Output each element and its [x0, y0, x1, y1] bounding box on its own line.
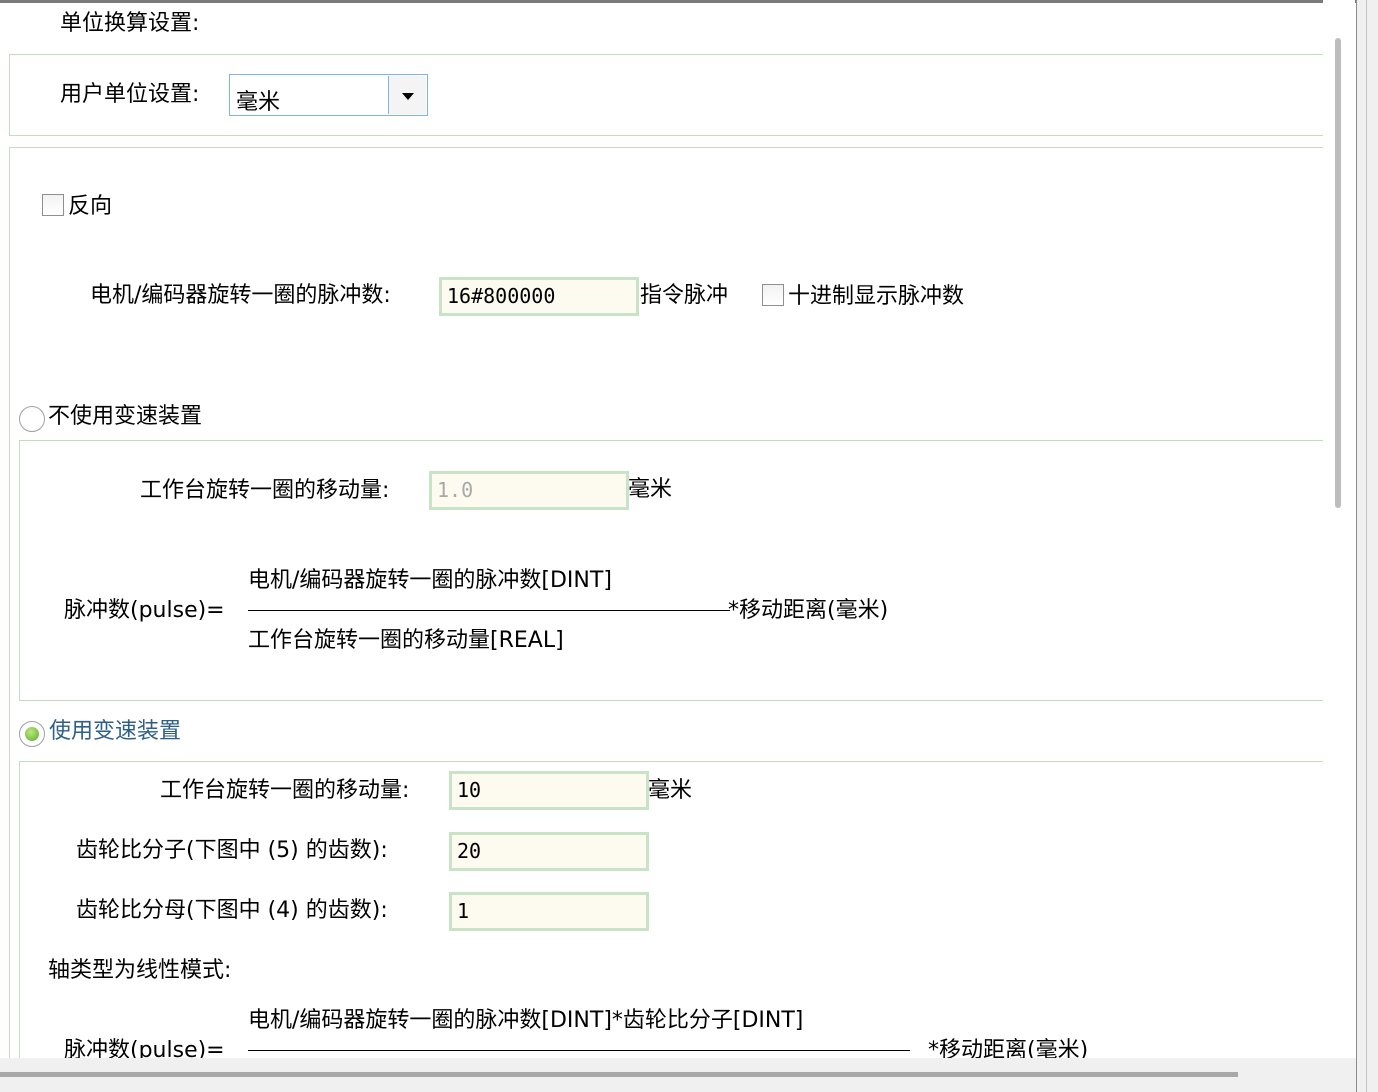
chevron-down-icon: [402, 93, 414, 100]
vertical-scroll-thumb[interactable]: [1335, 38, 1341, 508]
horizontal-scroll-thumb[interactable]: [0, 1072, 1238, 1077]
gear-denominator-label: 齿轮比分母(下图中 (4) 的齿数):: [76, 898, 388, 923]
user-unit-label: 用户单位设置:: [60, 82, 200, 107]
use-gear-travel-unit: 毫米: [648, 778, 693, 803]
use-gear-formula-numerator: 电机/编码器旋转一圈的脉冲数[DINT]*齿轮比分子[DINT]: [248, 1008, 804, 1033]
horizontal-scrollbar[interactable]: [0, 1058, 1356, 1092]
use-gear-travel-input[interactable]: 10: [449, 771, 649, 810]
radio-selected-dot: [25, 727, 39, 741]
unit-section-title: 单位换算设置:: [60, 11, 200, 36]
pulses-per-rev-input[interactable]: 16#800000: [439, 277, 639, 316]
gear-denominator-input[interactable]: 1: [449, 892, 649, 931]
no-gear-travel-input[interactable]: 1.0: [429, 471, 629, 510]
pulses-per-rev-label: 电机/编码器旋转一圈的脉冲数:: [90, 283, 391, 308]
user-unit-dropdown-button[interactable]: [388, 76, 426, 114]
no-gear-formula-numerator: 电机/编码器旋转一圈的脉冲数[DINT]: [248, 568, 612, 593]
decimal-display-label: 十进制显示脉冲数: [788, 284, 965, 309]
use-gear-fraction-line: [248, 1050, 910, 1051]
command-pulse-unit: 指令脉冲: [640, 283, 729, 308]
no-gear-formula-rhs: *移动距离(毫米): [728, 598, 889, 623]
use-gear-travel-label: 工作台旋转一圈的移动量:: [160, 778, 410, 803]
gear-numerator-input[interactable]: 20: [449, 832, 649, 871]
user-unit-selected-value: 毫米: [236, 90, 281, 115]
reverse-checkbox[interactable]: [42, 194, 64, 216]
decimal-display-checkbox[interactable]: [762, 284, 784, 306]
use-gear-label: 使用变速装置: [49, 719, 182, 744]
unit-settings-panel: [9, 54, 1323, 136]
no-gear-travel-unit: 毫米: [628, 477, 673, 502]
reverse-label: 反向: [68, 194, 113, 219]
right-side-pane: [1356, 0, 1378, 1092]
no-gear-formula-lhs: 脉冲数(pulse)=: [64, 598, 225, 623]
gear-numerator-label: 齿轮比分子(下图中 (5) 的齿数):: [76, 838, 388, 863]
no-gear-radio[interactable]: [19, 406, 45, 432]
pane-divider: [1366, 0, 1367, 1092]
no-gear-label: 不使用变速装置: [48, 404, 203, 429]
window-top-border: [0, 0, 1356, 3]
no-gear-travel-label: 工作台旋转一圈的移动量:: [140, 478, 390, 503]
vertical-scrollbar[interactable]: [1323, 0, 1355, 1060]
user-unit-select[interactable]: 毫米: [229, 74, 428, 116]
use-gear-radio[interactable]: [19, 721, 45, 747]
axis-linear-mode-label: 轴类型为线性模式:: [48, 958, 232, 983]
no-gear-formula-denominator: 工作台旋转一圈的移动量[REAL]: [248, 628, 564, 653]
no-gear-fraction-line: [248, 610, 730, 611]
